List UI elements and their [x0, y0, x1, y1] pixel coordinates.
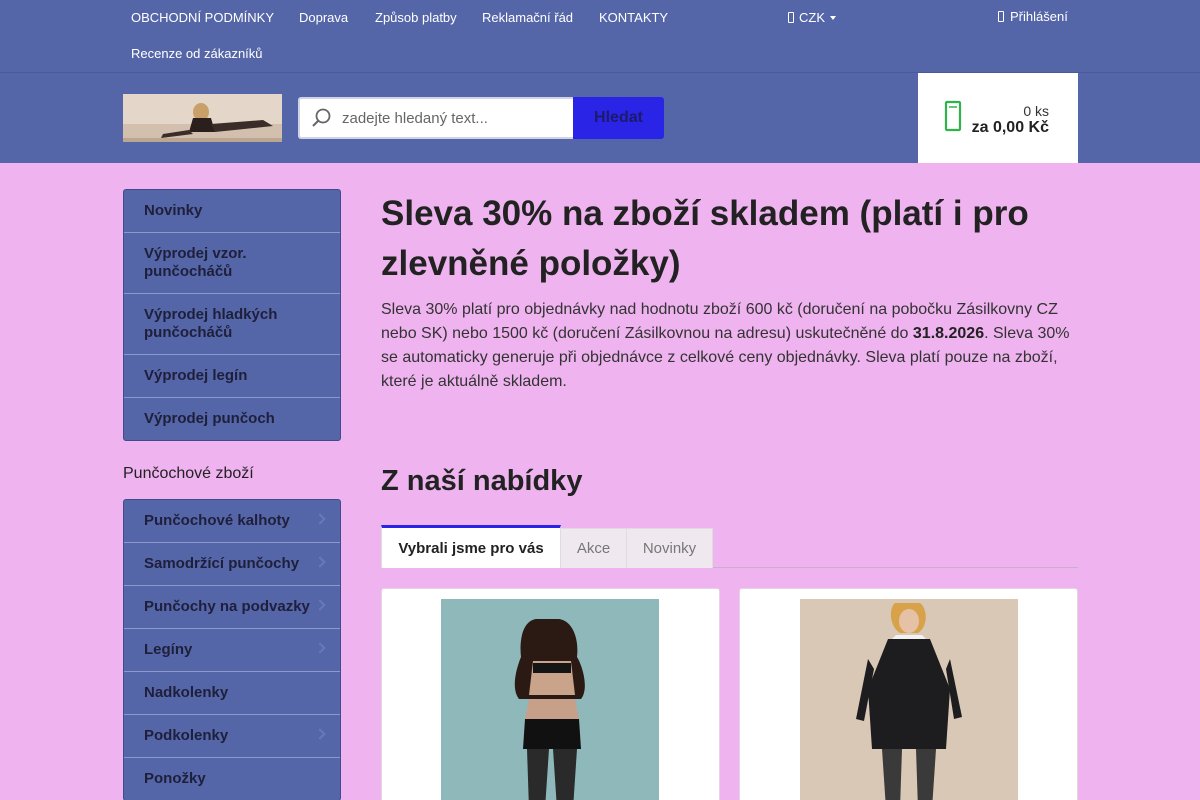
nav-link-payment[interactable]: Způsob platby	[375, 10, 457, 25]
sidebar-item-news[interactable]: Novinky	[124, 190, 340, 233]
sale-menu: Novinky Výprodej vzor. punčocháčů Výprod…	[123, 189, 341, 441]
product-card[interactable]	[381, 588, 720, 800]
user-icon	[998, 11, 1004, 22]
nav-link-shipping[interactable]: Doprava	[299, 10, 348, 25]
sidebar-item-label: Nadkolenky	[144, 684, 229, 701]
sidebar-item-label: Ponožky	[144, 770, 206, 787]
tab-news[interactable]: Novinky	[626, 528, 713, 568]
chevron-right-icon	[314, 513, 326, 525]
sidebar-item-pattern-tights-sale[interactable]: Výprodej vzor. punčocháčů	[124, 233, 340, 294]
login-label: Přihlášení	[1010, 9, 1068, 24]
category-section-title: Punčochové zboží	[123, 465, 254, 482]
tab-recommended[interactable]: Vybrali jsme pro vás	[381, 525, 561, 568]
sidebar-item-label: Punčochy na podvazky	[144, 598, 310, 615]
search-input[interactable]	[342, 109, 562, 127]
nav-link-terms[interactable]: OBCHODNÍ PODMÍNKY	[131, 10, 274, 25]
search-icon	[300, 107, 342, 129]
logo-image	[123, 94, 282, 142]
search-button[interactable]: Hledat	[573, 97, 664, 139]
cart-total: za 0,00 Kč	[971, 119, 1049, 136]
nav-link-complaints[interactable]: Reklamační řád	[482, 10, 573, 25]
tab-sale[interactable]: Akce	[560, 528, 627, 568]
sidebar-item-label: Punčochové kalhoty	[144, 512, 290, 529]
chevron-right-icon	[314, 599, 326, 611]
shop-logo[interactable]	[123, 94, 282, 142]
chevron-right-icon	[314, 642, 326, 654]
product-image	[800, 599, 1018, 800]
main-content: Sleva 30% na zboží skladem (platí i pro …	[381, 189, 1078, 497]
sidebar-item-leggings-sale[interactable]: Výprodej legín	[124, 355, 340, 398]
chevron-right-icon	[314, 728, 326, 740]
login-link[interactable]: Přihlášení	[998, 9, 1068, 24]
sidebar-item-socks[interactable]: Ponožky	[124, 758, 340, 800]
currency-glyph-icon	[788, 12, 794, 23]
cart-quantity: 0 ks	[1023, 103, 1049, 119]
sidebar-item-plain-tights-sale[interactable]: Výprodej hladkých punčocháčů	[124, 294, 340, 355]
header: Hledat 0 ks za 0,00 Kč	[0, 73, 1200, 163]
sidebar-item-label: Samodržící punčochy	[144, 555, 300, 572]
sidebar-item-suspender-stockings[interactable]: Punčochy na podvazky	[124, 586, 340, 629]
cart-icon	[944, 99, 964, 133]
sidebar-item-over-knee[interactable]: Nadkolenky	[124, 672, 340, 715]
top-navigation: OBCHODNÍ PODMÍNKY Doprava Způsob platby …	[0, 0, 1200, 73]
nav-link-reviews[interactable]: Recenze od zákazníků	[131, 46, 263, 61]
page-title: Sleva 30% na zboží skladem (platí i pro …	[381, 194, 1029, 283]
sidebar-item-hold-ups[interactable]: Samodržící punčochy	[124, 543, 340, 586]
product-image	[441, 599, 659, 800]
promo-text: Sleva 30% platí pro objednávky nad hodno…	[381, 298, 1078, 394]
offers-title: Z naší nabídky	[381, 465, 583, 497]
sidebar-item-label: Legíny	[144, 641, 193, 658]
sidebar-item-tights[interactable]: Punčochové kalhoty	[124, 500, 340, 543]
product-card[interactable]	[739, 588, 1078, 800]
category-menu: Punčochové kalhoty Samodržící punčochy P…	[123, 499, 341, 800]
nav-link-contacts[interactable]: KONTAKTY	[599, 10, 668, 25]
sidebar-item-stockings-sale[interactable]: Výprodej punčoch	[124, 398, 340, 440]
sidebar-item-leggings[interactable]: Legíny	[124, 629, 340, 672]
caret-down-icon	[830, 16, 836, 20]
cart-widget[interactable]: 0 ks za 0,00 Kč	[918, 73, 1078, 163]
currency-label: CZK	[799, 10, 825, 25]
search-box	[298, 97, 574, 139]
promo-date: 31.8.2026	[912, 325, 985, 342]
chevron-right-icon	[314, 556, 326, 568]
offers-tabs: Vybrali jsme pro vás Akce Novinky	[381, 525, 1078, 568]
currency-selector[interactable]: CZK	[788, 10, 836, 25]
sidebar-item-label: Podkolenky	[144, 727, 229, 744]
sidebar-item-knee-highs[interactable]: Podkolenky	[124, 715, 340, 758]
